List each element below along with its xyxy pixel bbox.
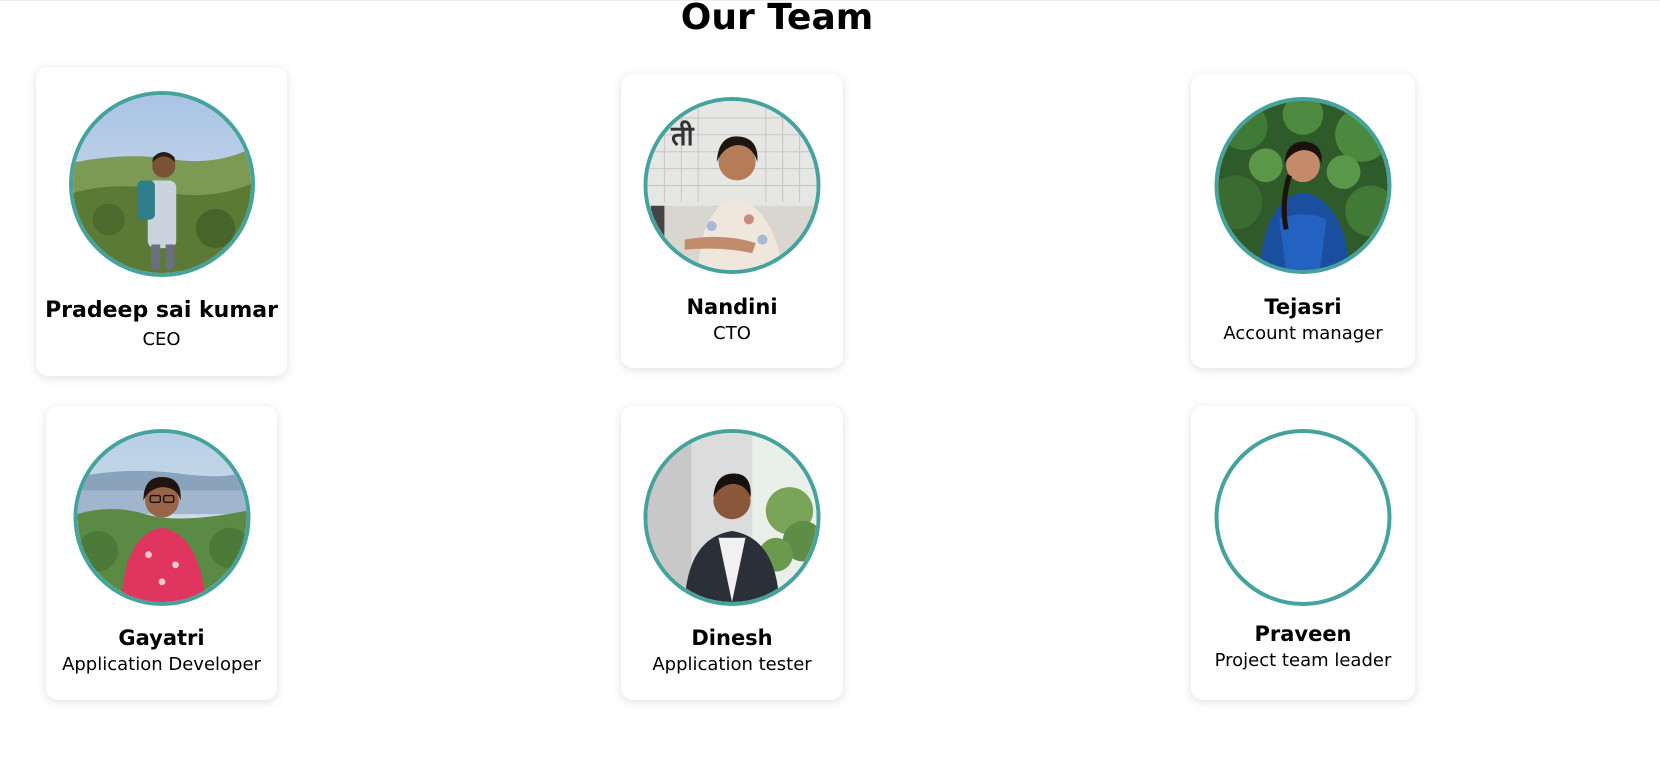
member-name: Nandini bbox=[686, 295, 778, 319]
team-member-card: Praveen Project team leader bbox=[1191, 406, 1415, 700]
team-member-card: Gayatri Application Developer bbox=[46, 406, 277, 700]
member-role: Application tester bbox=[652, 654, 812, 675]
member-name: Gayatri bbox=[118, 626, 205, 650]
member-role: Application Developer bbox=[62, 654, 261, 675]
member-photo: ती bbox=[643, 97, 821, 274]
member-role: CEO bbox=[142, 329, 181, 350]
svg-text:ती: ती bbox=[670, 120, 694, 152]
member-name: Praveen bbox=[1254, 622, 1352, 646]
team-member-card: Tejasri Account manager bbox=[1191, 74, 1415, 368]
member-photo bbox=[1214, 97, 1392, 274]
member-photo bbox=[68, 91, 255, 277]
page-title: Our Team bbox=[680, 0, 874, 38]
member-role: Account manager bbox=[1223, 323, 1383, 344]
member-name: Dinesh bbox=[691, 626, 773, 650]
member-role: Project team leader bbox=[1214, 650, 1392, 671]
team-member-card: Pradeep sai kumar CEO bbox=[36, 67, 287, 376]
member-name: Pradeep sai kumar bbox=[45, 298, 278, 323]
team-member-card: Dinesh Application tester bbox=[621, 406, 843, 700]
member-photo bbox=[73, 429, 250, 606]
member-photo-placeholder bbox=[1214, 429, 1392, 606]
member-photo bbox=[643, 429, 821, 606]
team-member-card: ती Nandini CTO bbox=[621, 74, 843, 368]
member-name: Tejasri bbox=[1264, 295, 1342, 319]
member-role: CTO bbox=[713, 323, 751, 344]
